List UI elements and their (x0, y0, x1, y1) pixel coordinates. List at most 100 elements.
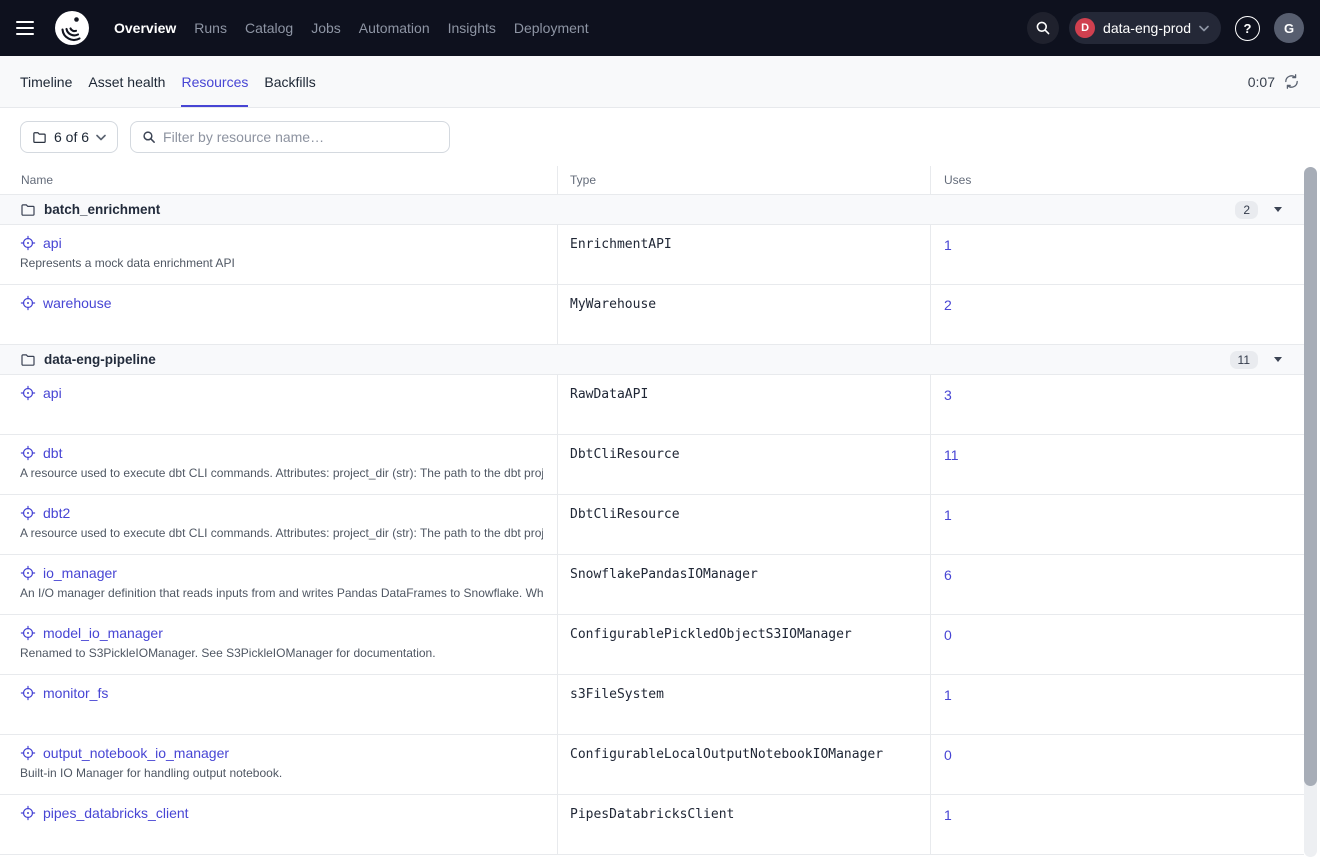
tab-backfills[interactable]: Backfills (264, 56, 315, 107)
resource-type: MyWarehouse (557, 285, 930, 344)
resource-uses-link[interactable]: 1 (944, 687, 952, 703)
group-count-badge: 2 (1235, 201, 1258, 219)
resource-uses-link[interactable]: 3 (944, 387, 952, 403)
resource-name-link[interactable]: model_io_manager (43, 625, 163, 641)
resource-name-link[interactable]: dbt (43, 445, 62, 461)
resource-icon (20, 565, 36, 581)
resource-description: Represents a mock data enrichment API (20, 256, 543, 270)
tab-asset-health[interactable]: Asset health (88, 56, 165, 107)
caret-down-icon[interactable] (1274, 207, 1282, 212)
table-row: pipes_databricks_client PipesDatabricksC… (0, 795, 1304, 855)
resource-description: Renamed to S3PickleIOManager. See S3Pick… (20, 646, 543, 660)
resource-icon (20, 685, 36, 701)
resource-type: DbtCliResource (557, 435, 930, 494)
table-row: monitor_fs s3FileSystem 1 (0, 675, 1304, 735)
resource-filter-input[interactable] (163, 129, 438, 145)
nav-item-runs[interactable]: Runs (194, 20, 227, 36)
refresh-icon[interactable] (1283, 73, 1300, 90)
resource-name-link[interactable]: io_manager (43, 565, 117, 581)
chevron-down-icon (96, 134, 106, 141)
resource-icon (20, 295, 36, 311)
resource-type: DbtCliResource (557, 495, 930, 554)
folder-icon (20, 352, 36, 368)
caret-down-icon[interactable] (1274, 357, 1282, 362)
resource-name-link[interactable]: api (43, 385, 62, 401)
nav-item-jobs[interactable]: Jobs (311, 20, 341, 36)
nav-item-deployment[interactable]: Deployment (514, 20, 589, 36)
resource-uses-link[interactable]: 1 (944, 507, 952, 523)
resource-name-link[interactable]: monitor_fs (43, 685, 108, 701)
tabs: Timeline Asset health Resources Backfill… (20, 56, 316, 107)
resource-icon (20, 385, 36, 401)
resource-icon (20, 745, 36, 761)
group-name: batch_enrichment (44, 202, 160, 217)
table-row: model_io_manager Renamed to S3PickleIOMa… (0, 615, 1304, 675)
help-button[interactable]: ? (1235, 16, 1260, 41)
menu-icon[interactable] (16, 14, 44, 42)
resource-filter-field (130, 121, 450, 153)
resource-type: ConfigurablePickledObjectS3IOManager (557, 615, 930, 674)
deployment-name: data-eng-prod (1103, 20, 1191, 36)
folder-icon (32, 130, 47, 145)
search-button[interactable] (1027, 12, 1059, 44)
resource-description: An I/O manager definition that reads inp… (20, 586, 543, 600)
dagster-logo-icon[interactable] (54, 10, 90, 46)
group-name: data-eng-pipeline (44, 352, 156, 367)
nav-item-automation[interactable]: Automation (359, 20, 430, 36)
resource-uses-link[interactable]: 0 (944, 747, 952, 763)
chevron-down-icon (1199, 25, 1209, 32)
resource-type: EnrichmentAPI (557, 225, 930, 284)
resource-icon (20, 505, 36, 521)
table-row: io_manager An I/O manager definition tha… (0, 555, 1304, 615)
resource-uses-link[interactable]: 1 (944, 807, 952, 823)
navbar-right-cluster: D data-eng-prod ? G (1027, 12, 1304, 44)
resource-icon (20, 445, 36, 461)
table-row: dbt A resource used to execute dbt CLI c… (0, 435, 1304, 495)
resource-count-dropdown[interactable]: 6 of 6 (20, 121, 118, 153)
resource-description: A resource used to execute dbt CLI comma… (20, 526, 543, 540)
deployment-switcher[interactable]: D data-eng-prod (1069, 12, 1221, 44)
resource-type: SnowflakePandasIOManager (557, 555, 930, 614)
resource-name-link[interactable]: pipes_databricks_client (43, 805, 189, 821)
resource-uses-link[interactable]: 0 (944, 627, 952, 643)
main-nav: Overview Runs Catalog Jobs Automation In… (114, 20, 589, 36)
resource-type: ConfigurableLocalOutputNotebookIOManager (557, 735, 930, 794)
vertical-scrollbar-thumb[interactable] (1304, 167, 1317, 786)
refresh-timer: 0:07 (1248, 74, 1275, 90)
column-header-type: Type (557, 166, 930, 194)
resource-name-link[interactable]: warehouse (43, 295, 112, 311)
filter-row: 6 of 6 (20, 121, 1300, 153)
tab-timeline[interactable]: Timeline (20, 56, 72, 107)
nav-item-catalog[interactable]: Catalog (245, 20, 293, 36)
user-avatar[interactable]: G (1274, 13, 1304, 43)
resource-type: RawDataAPI (557, 375, 930, 434)
resource-uses-link[interactable]: 2 (944, 297, 952, 313)
nav-item-insights[interactable]: Insights (448, 20, 496, 36)
search-icon (142, 130, 156, 144)
resource-type: s3FileSystem (557, 675, 930, 734)
search-icon (1035, 20, 1051, 36)
resource-type: PipesDatabricksClient (557, 795, 930, 854)
resource-name-link[interactable]: api (43, 235, 62, 251)
resource-uses-link[interactable]: 1 (944, 237, 952, 253)
tab-resources[interactable]: Resources (181, 56, 248, 107)
table-row: dbt2 A resource used to execute dbt CLI … (0, 495, 1304, 555)
group-row-batch-enrichment[interactable]: batch_enrichment 2 (0, 195, 1304, 225)
vertical-scrollbar-track[interactable] (1304, 167, 1317, 857)
resource-name-link[interactable]: dbt2 (43, 505, 70, 521)
resource-icon (20, 235, 36, 251)
resource-description: A resource used to execute dbt CLI comma… (20, 466, 543, 480)
group-row-data-eng-pipeline[interactable]: data-eng-pipeline 11 (0, 345, 1304, 375)
table-row: warehouse MyWarehouse 2 (0, 285, 1304, 345)
table-row: api RawDataAPI 3 (0, 375, 1304, 435)
table-row: api Represents a mock data enrichment AP… (0, 225, 1304, 285)
column-header-uses: Uses (930, 166, 1304, 194)
resource-uses-link[interactable]: 11 (944, 447, 959, 463)
deployment-badge: D (1075, 18, 1095, 38)
resource-icon (20, 805, 36, 821)
resource-name-link[interactable]: output_notebook_io_manager (43, 745, 229, 761)
nav-item-overview[interactable]: Overview (114, 20, 176, 36)
resource-uses-link[interactable]: 6 (944, 567, 952, 583)
table-header: Name Type Uses (0, 166, 1304, 195)
column-header-name: Name (0, 173, 557, 187)
